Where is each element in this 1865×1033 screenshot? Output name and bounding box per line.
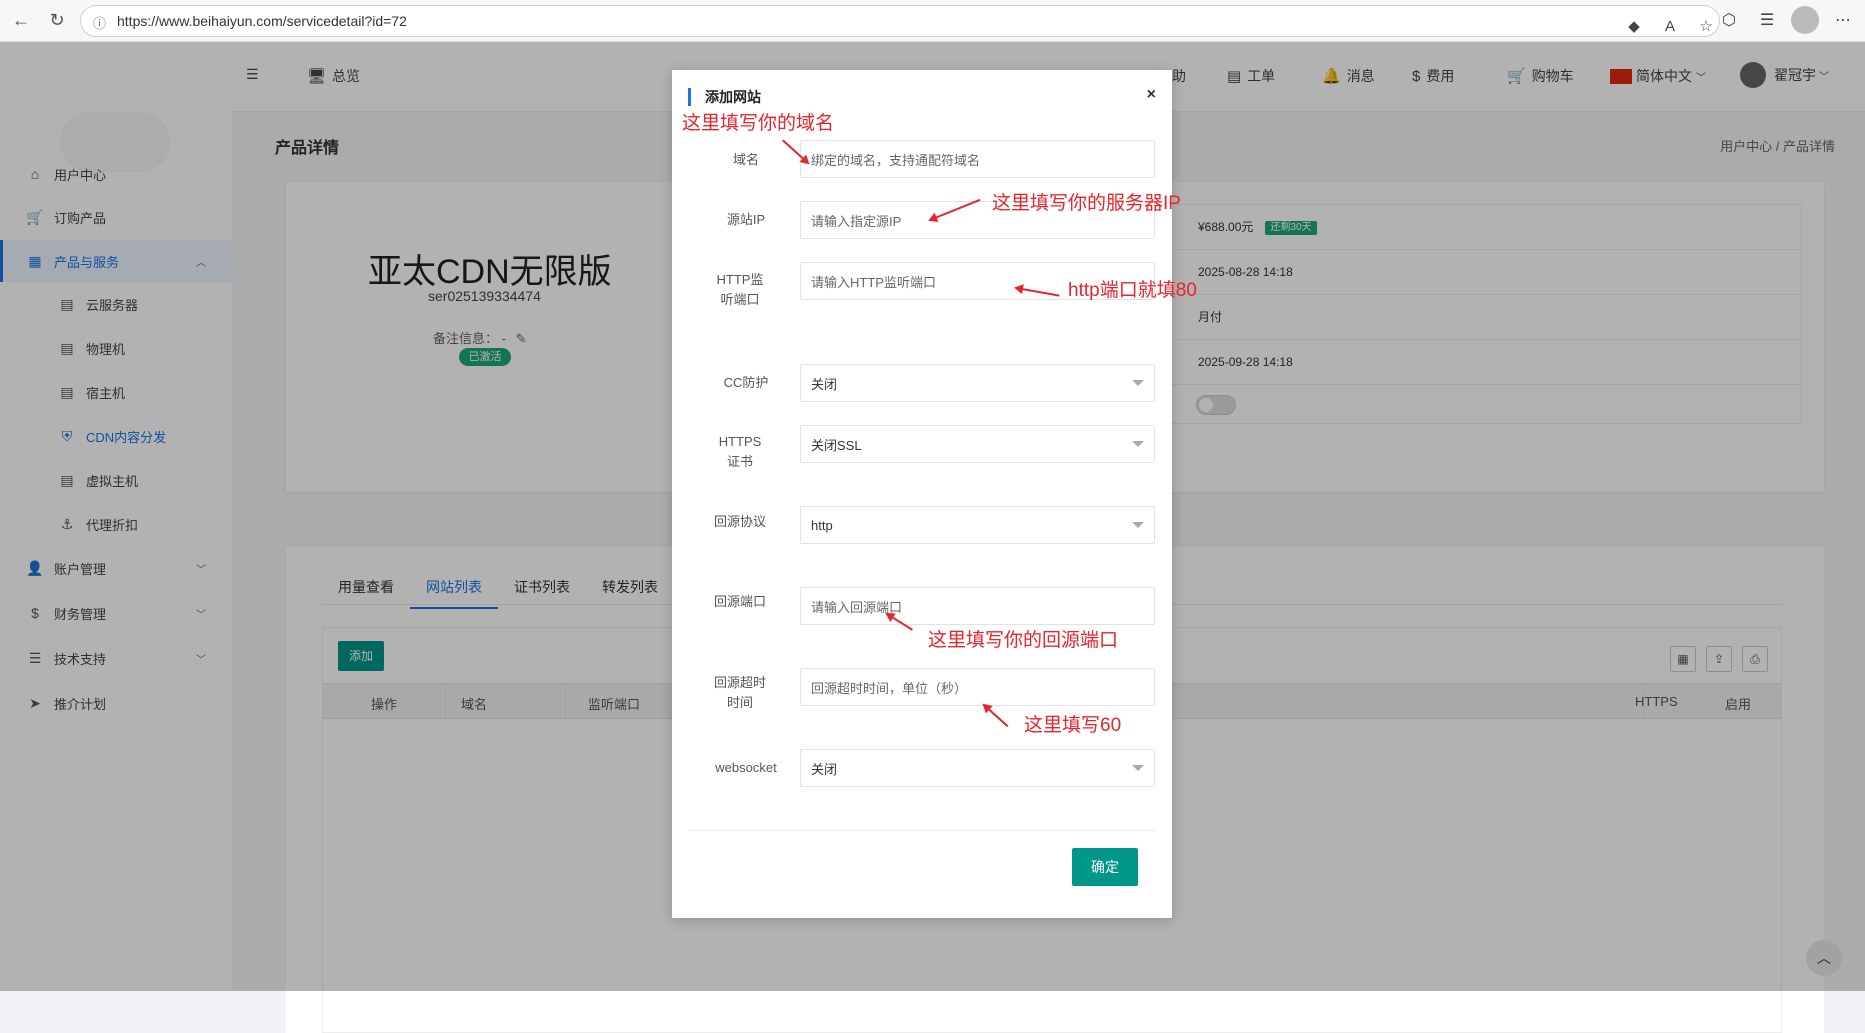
extensions-icon[interactable]: ⬡ [1715,6,1743,34]
read-aloud-icon[interactable]: A [1657,11,1683,41]
origin-timeout-input[interactable]: 回源超时时间，单位（秒） [800,668,1155,706]
chevron-down-icon [1132,441,1144,447]
chevron-down-icon [1132,380,1144,386]
back-icon[interactable]: ← [6,6,36,36]
site-info-icon[interactable]: ⓘ [93,13,106,32]
origin-port-input[interactable]: 请输入回源端口 [800,587,1155,625]
tag-icon[interactable]: ◆ [1621,11,1647,41]
annotation-http-port: http端口就填80 [1068,280,1197,301]
dialog-divider [688,830,1156,831]
annotation-origin-port: 这里填写你的回源端口 [928,630,1119,651]
annotation-domain: 这里填写你的域名 [682,113,835,134]
cc-protection-select[interactable]: 关闭 [800,364,1155,402]
chevron-down-icon [1132,522,1144,528]
field-label-websocket: websocket [715,760,777,775]
more-menu-icon[interactable]: ⋯ [1829,6,1857,34]
chevron-down-icon [1132,765,1144,771]
field-label-origin-ip: 源站IP [726,212,766,227]
field-label-origin-port: 回源端口 [714,594,767,609]
field-label-cc: CC防护 [723,375,769,390]
confirm-button[interactable]: 确定 [1072,848,1138,886]
field-label-origin-protocol: 回源协议 [714,514,767,529]
https-cert-select[interactable]: 关闭SSL [800,425,1155,463]
address-bar[interactable]: ⓘ https://www.beihaiyun.com/servicedetai… [80,5,1720,37]
profile-icon[interactable] [1791,6,1819,34]
origin-protocol-select[interactable]: http [800,506,1155,544]
dialog-title: 添加网站 [688,88,761,106]
favorites-icon[interactable]: ☰ [1753,6,1781,34]
field-label-domain: 域名 [732,152,759,167]
field-label-http-port: HTTP监听端口 [716,272,764,307]
close-icon[interactable]: × [1147,86,1156,104]
field-label-https-cert: HTTPS证书 [718,434,762,469]
refresh-icon[interactable]: ↻ [42,6,72,36]
annotation-timeout: 这里填写60 [1024,715,1122,736]
browser-toolbar: ← ↻ ⓘ https://www.beihaiyun.com/serviced… [0,0,1865,42]
url-text: https://www.beihaiyun.com/servicedetail?… [117,13,407,29]
annotation-server-ip: 这里填写你的服务器IP [992,193,1181,214]
field-label-origin-timeout: 回源超时时间 [714,675,767,710]
domain-input[interactable]: 绑定的域名，支持通配符域名 [800,140,1155,178]
websocket-select[interactable]: 关闭 [800,749,1155,787]
